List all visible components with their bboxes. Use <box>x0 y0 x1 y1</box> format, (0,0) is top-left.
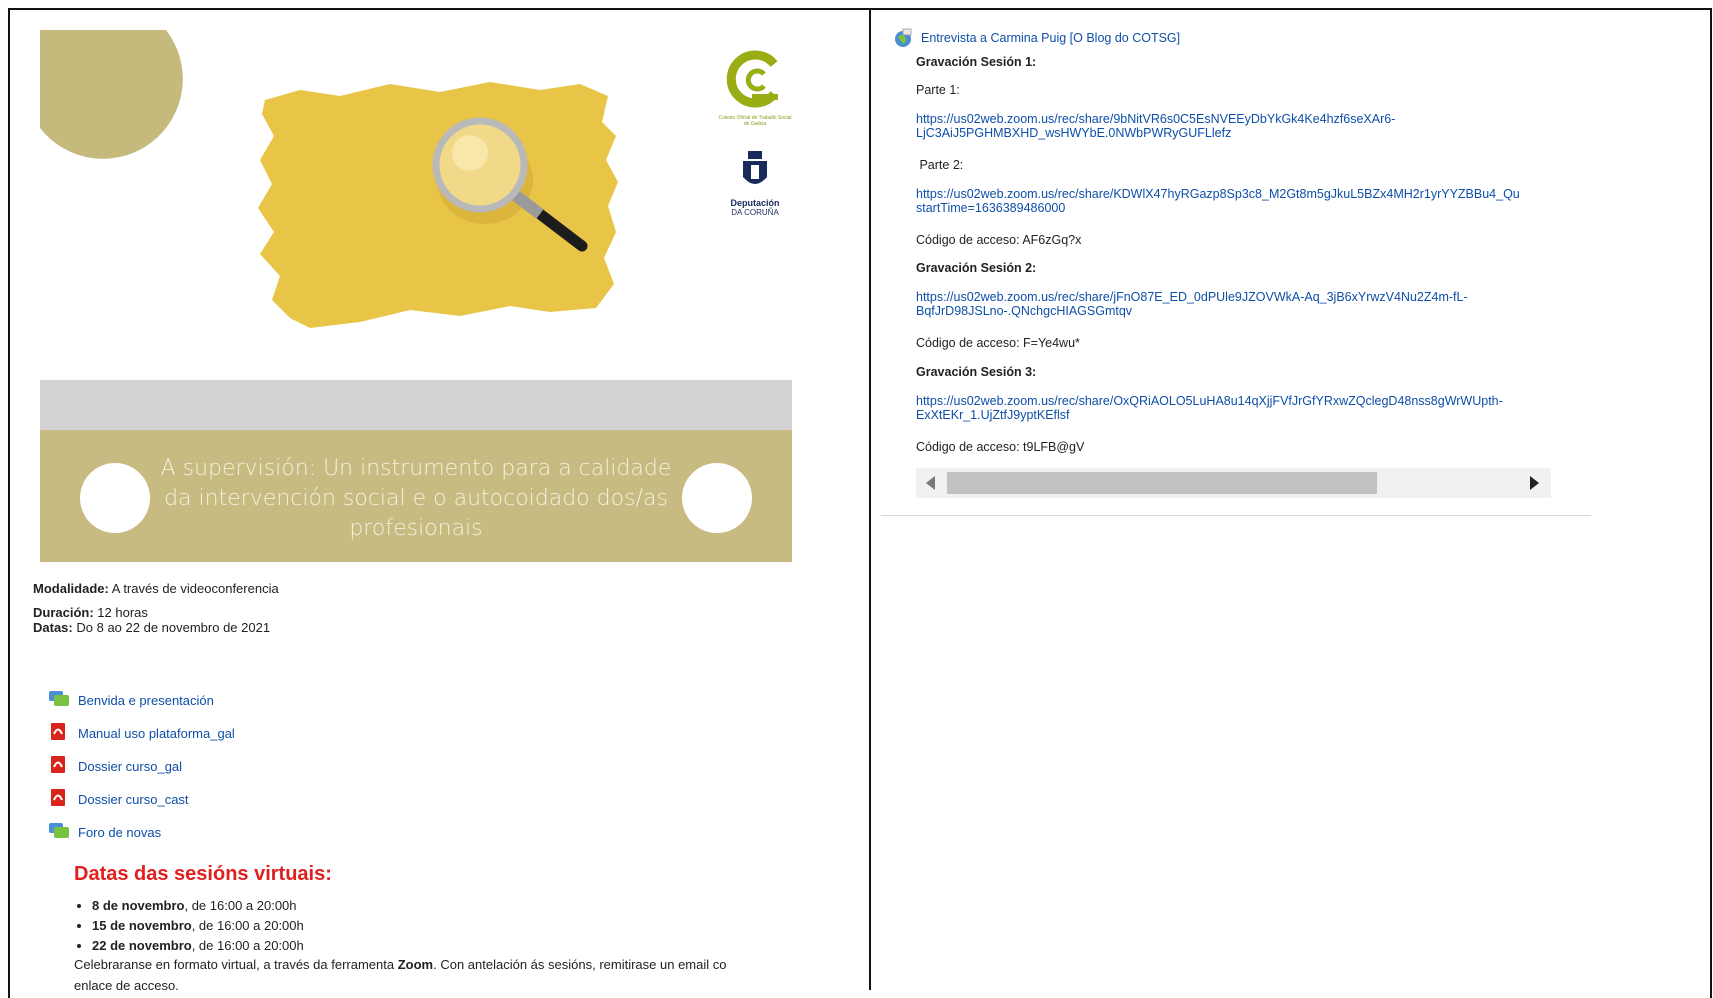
link-line: ExXtEKr_1.UjZtfJ9yptKEflsf <box>916 408 1070 422</box>
section-separator <box>881 515 1591 516</box>
banner-circle-left <box>80 463 150 533</box>
sessions-list: 8 de novembro, de 16:00 a 20:00h 15 de n… <box>74 896 304 956</box>
interview-link[interactable]: Entrevista a Carmina Puig [O Blog do COT… <box>921 31 1180 45</box>
session-item: 22 de novembro, de 16:00 a 20:00h <box>92 936 304 956</box>
session2-access-code: Código de acceso: F=Ye4wu* <box>916 336 1080 350</box>
session3-title: Gravación Sesión 3: <box>916 365 1037 379</box>
session-time: , de 16:00 a 20:00h <box>184 898 297 913</box>
deputacion-shield-icon <box>743 151 767 184</box>
link-line: https://us02web.zoom.us/rec/share/jFnO87… <box>916 290 1468 304</box>
link-line: LjC3AiJ5PGHMBXHD_wsHWYbE.0NWbPWRyGUFLlef… <box>916 126 1232 140</box>
duracion-value: 12 horas <box>97 605 148 620</box>
resource-item-foro[interactable]: Foro de novas <box>48 822 235 855</box>
resource-item-dossier-gal[interactable]: Dossier curso_gal <box>48 756 235 789</box>
datas-row: Datas: Do 8 ao 22 de novembro de 2021 <box>33 620 279 635</box>
sessions-note: Celebraranse en formato virtual, a travé… <box>74 954 764 990</box>
scroll-left-arrow-icon[interactable] <box>926 476 935 490</box>
course-title: A supervisión: Un instrumento para a cal… <box>160 456 672 541</box>
scrollbar-thumb[interactable] <box>947 472 1377 494</box>
deputacion-subtitle: DA CORUÑA <box>731 208 779 217</box>
cotsg-logo-icon <box>726 50 778 108</box>
pdf-icon <box>51 756 65 773</box>
banner-top-strip <box>40 380 792 430</box>
interview-row[interactable]: Entrevista a Carmina Puig [O Blog do COT… <box>893 28 1180 48</box>
resource-item-dossier-cast[interactable]: Dossier curso_cast <box>48 789 235 822</box>
deputacion-title: Deputación <box>730 198 780 208</box>
resource-item-manual[interactable]: Manual uso plataforma_gal <box>48 723 235 756</box>
course-summary-panel: Colexio Oficial de Traballo Social de Ga… <box>10 10 869 990</box>
resource-link-dossier-cast[interactable]: Dossier curso_cast <box>78 789 189 811</box>
resource-link-dossier-gal[interactable]: Dossier curso_gal <box>78 756 182 778</box>
recordings-panel: Entrevista a Carmina Puig [O Blog do COT… <box>871 10 1711 990</box>
link-line: startTime=1636389486000 <box>916 201 1066 215</box>
resource-list: Benvida e presentación Manual uso plataf… <box>48 690 235 855</box>
session1-part1-link[interactable]: https://us02web.zoom.us/rec/share/9bNitV… <box>916 112 1395 140</box>
datas-value: Do 8 ao 22 de novembro de 2021 <box>76 620 271 635</box>
banner-circle-right <box>682 463 752 533</box>
session-date: 22 de novembro <box>92 938 192 953</box>
duracion-label: Duración: <box>33 605 94 620</box>
horizontal-scrollbar[interactable] <box>916 468 1551 498</box>
session1-part1-label: Parte 1: <box>916 83 960 97</box>
forum-icon <box>49 691 69 706</box>
note-text-pre: Celebraranse en formato virtual, a travé… <box>74 957 398 972</box>
modalidade-row: Modalidade: A través de videoconferencia <box>33 581 279 596</box>
course-meta: Modalidade: A través de videoconferencia… <box>33 581 279 635</box>
sessions-title: Datas das sesións virtuais: <box>74 863 332 885</box>
resource-link-manual[interactable]: Manual uso plataforma_gal <box>78 723 235 745</box>
course-header-image: Colexio Oficial de Traballo Social de Ga… <box>10 10 869 380</box>
session1-part2-link[interactable]: https://us02web.zoom.us/rec/share/KDWlX4… <box>916 187 1520 215</box>
link-line: https://us02web.zoom.us/rec/share/KDWlX4… <box>916 187 1520 201</box>
duracion-row: Duración: 12 horas <box>33 605 279 620</box>
session2-link[interactable]: https://us02web.zoom.us/rec/share/jFnO87… <box>916 290 1468 318</box>
session-time: , de 16:00 a 20:00h <box>191 938 304 953</box>
resource-link-benvida[interactable]: Benvida e presentación <box>78 690 214 712</box>
partner-logos: Colexio Oficial de Traballo Social de Ga… <box>715 50 795 218</box>
session-date: 15 de novembro <box>92 918 192 933</box>
session3-link[interactable]: https://us02web.zoom.us/rec/share/OxQRiA… <box>916 394 1503 422</box>
modalidade-value: A través de videoconferencia <box>111 581 279 596</box>
session-date: 8 de novembro <box>92 898 185 913</box>
modalidade-label: Modalidade: <box>33 581 109 596</box>
note-text-zoom: Zoom <box>397 957 434 972</box>
scroll-right-arrow-icon[interactable] <box>1530 476 1539 490</box>
pdf-icon <box>51 789 65 806</box>
link-line: BqfJrD98JSLno-.QNchgcHIAGSGmtqv <box>916 304 1133 318</box>
session3-access-code: Código de acceso: t9LFB@gV <box>916 440 1085 454</box>
session2-title: Gravación Sesión 2: <box>916 261 1037 275</box>
link-line: https://us02web.zoom.us/rec/share/9bNitV… <box>916 112 1396 126</box>
resource-item-benvida[interactable]: Benvida e presentación <box>48 690 235 723</box>
session1-access-code: Código de acceso: AF6zGq?x <box>916 233 1082 247</box>
session-time: , de 16:00 a 20:00h <box>191 918 304 933</box>
pdf-icon <box>51 723 65 740</box>
deputacion-logo-text: Deputación DA CORUÑA <box>715 198 795 218</box>
resource-link-foro[interactable]: Foro de novas <box>78 822 161 844</box>
session1-part2-label: Parte 2: <box>916 158 964 172</box>
cotsg-logo-text: Colexio Oficial de Traballo Social de Ga… <box>718 115 792 127</box>
course-title-banner: A supervisión: Un instrumento para a cal… <box>40 430 792 562</box>
link-line: https://us02web.zoom.us/rec/share/OxQRiA… <box>916 394 1503 408</box>
session1-title: Gravación Sesión 1: <box>916 55 1037 69</box>
session-item: 8 de novembro, de 16:00 a 20:00h <box>92 896 304 916</box>
datas-label: Datas: <box>33 620 73 635</box>
session-item: 15 de novembro, de 16:00 a 20:00h <box>92 916 304 936</box>
forum-icon <box>49 823 69 838</box>
url-icon <box>895 28 912 47</box>
